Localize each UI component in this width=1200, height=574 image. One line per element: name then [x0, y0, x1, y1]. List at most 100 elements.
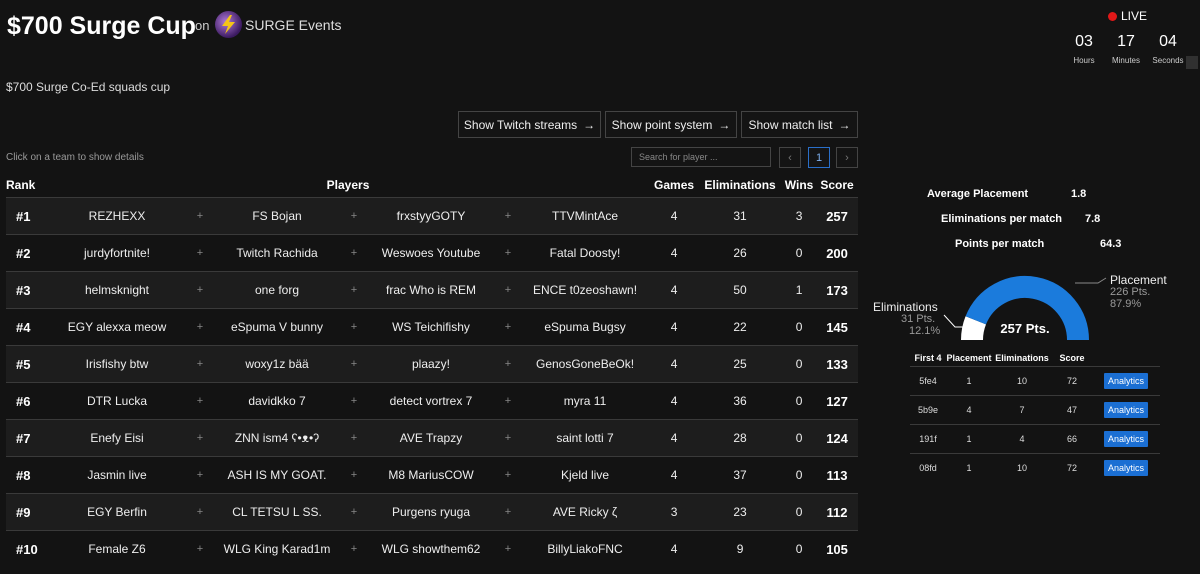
arrow-right-icon: → — [583, 117, 596, 132]
games-cell: 4 — [650, 197, 699, 235]
analytics-cell: Analytics — [1092, 366, 1160, 396]
match-header-row: First 4 Placement Eliminations Score — [910, 350, 1160, 367]
table-row[interactable]: #10 Female Z6 + WLG King Karad1m + WLG showth… — [6, 530, 859, 567]
player-cell: Enefy Eisi — [46, 419, 188, 457]
analytics-button[interactable]: Analytics — [1103, 402, 1148, 418]
live-dot-icon — [1108, 12, 1117, 21]
show-twitch-streams-button[interactable]: Show Twitch streams → — [458, 111, 601, 138]
wins-cell: 0 — [782, 382, 817, 420]
player-cell: GenosGoneBeOk! — [520, 345, 651, 383]
plus-icon: + — [342, 234, 366, 272]
player-cell: Fatal Doosty! — [520, 234, 651, 272]
rank-cell: #4 — [6, 308, 46, 346]
table-row[interactable]: #1 REZHEXX + FS Bojan + frxstyyGOTY + TTVMintAc… — [6, 197, 859, 235]
analytics-button[interactable]: Analytics — [1103, 373, 1148, 389]
player-cell: frxstyyGOTY — [366, 197, 496, 235]
plus-icon: + — [342, 345, 366, 383]
countdown-value: 17 — [1117, 33, 1135, 50]
player-cell: WS Teichifishy — [366, 308, 496, 346]
prev-page-button[interactable]: ‹ — [779, 147, 801, 168]
plus-icon: + — [188, 382, 212, 420]
plus-icon: + — [496, 345, 520, 383]
eliminations-cell: 50 — [698, 271, 783, 309]
wins-cell: 1 — [782, 271, 817, 309]
analytics-button[interactable]: Analytics — [1103, 460, 1148, 476]
match-score-cell: 47 — [1052, 395, 1092, 425]
wins-cell: 0 — [782, 456, 817, 494]
match-score-cell: 72 — [1052, 453, 1092, 482]
elims-per-match-label: Eliminations per match — [941, 213, 1063, 225]
wins-cell: 3 — [782, 197, 817, 235]
games-cell: 4 — [650, 271, 699, 309]
countdown-hours: 03 Hours — [1064, 33, 1104, 65]
player-cell: eSpuma Bugsy — [520, 308, 651, 346]
button-label: Show Twitch streams — [463, 117, 578, 132]
table-row[interactable]: #3 helmsknight + one forg + frac Who is REM + E… — [6, 271, 859, 309]
player-cell: one forg — [212, 271, 342, 309]
match-placement-cell: 1 — [946, 424, 992, 454]
plus-icon: + — [496, 308, 520, 346]
match-eliminations-cell: 10 — [992, 453, 1052, 482]
table-row[interactable]: #2 jurdyfortnite! + Twitch Rachida + Weswoes … — [6, 234, 859, 272]
points-per-match-value: 64.3 — [1100, 238, 1122, 250]
match-eliminations-cell: 7 — [992, 395, 1052, 425]
games-cell: 4 — [650, 234, 699, 272]
show-match-list-button[interactable]: Show match list → — [741, 111, 858, 138]
games-cell: 4 — [650, 308, 699, 346]
player-cell: davidkko 7 — [212, 382, 342, 420]
button-label: Show match list — [748, 117, 833, 132]
player-cell: EGY alexxa meow — [46, 308, 188, 346]
countdown-seconds: 04 Seconds — [1148, 33, 1188, 65]
table-row[interactable]: #5 Irisfishy btw + woxy1z bää + plaazy! + Genos… — [6, 345, 859, 383]
table-row[interactable]: #9 EGY Berfin + CL TETSU L SS. + Purgens ryug… — [6, 493, 859, 531]
rank-header: Rank — [6, 178, 36, 192]
page-title: $700 Surge Cup — [7, 12, 196, 40]
next-page-button[interactable]: › — [836, 147, 858, 168]
player-cell: WLG showthem62 — [366, 530, 496, 567]
wins-cell: 0 — [782, 308, 817, 346]
eliminations-leader-line — [943, 314, 964, 328]
score-header: Score — [1059, 353, 1085, 363]
analytics-cell: Analytics — [1092, 424, 1160, 454]
player-cell: frac Who is REM — [366, 271, 496, 309]
games-cell: 4 — [650, 456, 699, 494]
match-id-cell: 191f — [910, 424, 946, 454]
table-row[interactable]: #8 Jasmin live + ASH IS MY GOAT. + M8 MariusC… — [6, 456, 859, 494]
score-header: Score — [820, 178, 854, 192]
plus-icon: + — [496, 419, 520, 457]
player-cell: WLG King Karad1m — [212, 530, 342, 567]
match-placement-cell: 1 — [946, 366, 992, 396]
page-number: 1 — [815, 151, 823, 164]
player-cell: CL TETSU L SS. — [212, 493, 342, 531]
plus-icon: + — [342, 271, 366, 309]
lightning-icon — [222, 15, 235, 34]
match-placement-cell: 4 — [946, 395, 992, 425]
table-header-row: Rank Players Games Eliminations Wins Sco… — [6, 173, 858, 198]
eliminations-header: Eliminations — [704, 178, 776, 192]
table-row[interactable]: #7 Enefy Eisi + ZNN ism4 ʕ•ᴥ•ʔ + AVE Trapzy + s… — [6, 419, 859, 457]
scrollbar-thumb[interactable] — [1186, 56, 1198, 69]
plus-icon: + — [188, 197, 212, 235]
countdown-value: 04 — [1159, 33, 1177, 50]
show-point-system-button[interactable]: Show point system → — [605, 111, 737, 138]
plus-icon: + — [342, 308, 366, 346]
match-row: 191f 1 4 66 Analytics — [910, 424, 1160, 454]
eliminations-header: Eliminations — [995, 353, 1049, 363]
eliminations-cell: 25 — [698, 345, 783, 383]
analytics-button[interactable]: Analytics — [1103, 431, 1148, 447]
players-header: Players — [326, 178, 370, 192]
rank-cell: #5 — [6, 345, 46, 383]
wins-cell: 0 — [782, 234, 817, 272]
table-row[interactable]: #4 EGY alexxa meow + eSpuma V bunny + WS Teic… — [6, 308, 859, 346]
organizer-logo[interactable] — [215, 11, 242, 38]
placement-leader-line — [1075, 277, 1107, 284]
player-cell: Twitch Rachida — [212, 234, 342, 272]
table-row[interactable]: #6 DTR Lucka + davidkko 7 + detect vortrex 7 +… — [6, 382, 859, 420]
page-number-button[interactable]: 1 — [808, 147, 830, 168]
analytics-cell: Analytics — [1092, 453, 1160, 482]
player-cell: TTVMintAce — [520, 197, 651, 235]
score-cell: 113 — [816, 456, 859, 494]
player-search-input[interactable] — [631, 147, 771, 167]
organizer-name[interactable]: SURGE Events — [245, 17, 341, 33]
rank-cell: #10 — [6, 530, 46, 567]
